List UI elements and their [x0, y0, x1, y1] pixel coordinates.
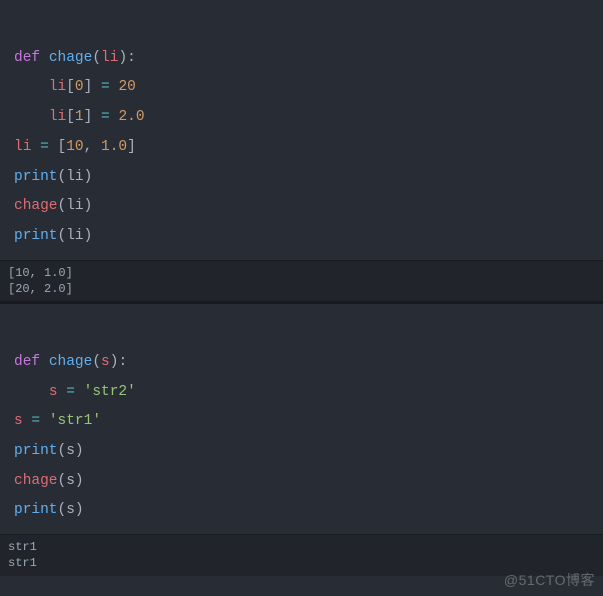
bracket-open: [: [66, 79, 75, 95]
indent: [14, 109, 49, 125]
arg: s: [66, 502, 75, 518]
number: 20: [118, 79, 135, 95]
index: 0: [75, 79, 84, 95]
paren-open: (: [58, 228, 67, 244]
operator: =: [101, 109, 110, 125]
output-line: str1: [8, 540, 37, 554]
arg: s: [66, 473, 75, 489]
var: s: [14, 413, 23, 429]
number: 10: [66, 139, 83, 155]
arg: li: [66, 198, 83, 214]
colon: :: [127, 50, 136, 66]
space: [92, 139, 101, 155]
var: li: [14, 139, 31, 155]
arg: s: [66, 443, 75, 459]
number: 2.0: [118, 109, 144, 125]
code-block-1: def chage(li): li[0] = 20 li[1] = 2.0 li…: [0, 0, 603, 260]
paren-open: (: [58, 473, 67, 489]
paren-open: (: [92, 354, 101, 370]
builtin-print: print: [14, 228, 58, 244]
paren-close: ): [84, 228, 93, 244]
paren-open: (: [92, 50, 101, 66]
bracket-open: [: [58, 139, 67, 155]
bracket-open: [: [66, 109, 75, 125]
paren-close: ): [75, 502, 84, 518]
watermark-text: @51CTO博客: [504, 570, 595, 590]
indent: [14, 384, 49, 400]
space: [75, 384, 84, 400]
space: [31, 139, 40, 155]
string: 'str1': [49, 413, 101, 429]
var: li: [49, 109, 66, 125]
paren-close: ): [75, 473, 84, 489]
space: [58, 384, 67, 400]
paren-close: ): [75, 443, 84, 459]
call-chage: chage: [14, 198, 58, 214]
keyword-def: def: [14, 50, 40, 66]
operator: =: [101, 79, 110, 95]
colon: :: [118, 354, 127, 370]
paren-close: ): [84, 169, 93, 185]
paren-open: (: [58, 169, 67, 185]
arg: li: [66, 228, 83, 244]
operator: =: [40, 139, 49, 155]
param: s: [101, 354, 110, 370]
space: [92, 79, 101, 95]
output-line: [10, 1.0]: [8, 266, 73, 280]
var: li: [49, 79, 66, 95]
function-name: chage: [49, 50, 93, 66]
output-line: [20, 2.0]: [8, 282, 73, 296]
var: s: [49, 384, 58, 400]
param: li: [101, 50, 118, 66]
function-name: chage: [49, 354, 93, 370]
string: 'str2': [84, 384, 136, 400]
space: [40, 413, 49, 429]
output-line: str1: [8, 556, 37, 570]
arg: li: [66, 169, 83, 185]
index: 1: [75, 109, 84, 125]
builtin-print: print: [14, 502, 58, 518]
paren-open: (: [58, 198, 67, 214]
paren-open: (: [58, 502, 67, 518]
operator: =: [66, 384, 75, 400]
number: 1.0: [101, 139, 127, 155]
operator: =: [31, 413, 40, 429]
paren-open: (: [58, 443, 67, 459]
keyword-def: def: [14, 354, 40, 370]
output-block-1: [10, 1.0] [20, 2.0]: [0, 260, 603, 301]
builtin-print: print: [14, 169, 58, 185]
indent: [14, 79, 49, 95]
call-chage: chage: [14, 473, 58, 489]
builtin-print: print: [14, 443, 58, 459]
space: [92, 109, 101, 125]
paren-close: ): [84, 198, 93, 214]
paren-close: ): [118, 50, 127, 66]
bracket-close: ]: [127, 139, 136, 155]
space: [49, 139, 58, 155]
code-block-2: def chage(s): s = 'str2' s = 'str1' prin…: [0, 304, 603, 534]
